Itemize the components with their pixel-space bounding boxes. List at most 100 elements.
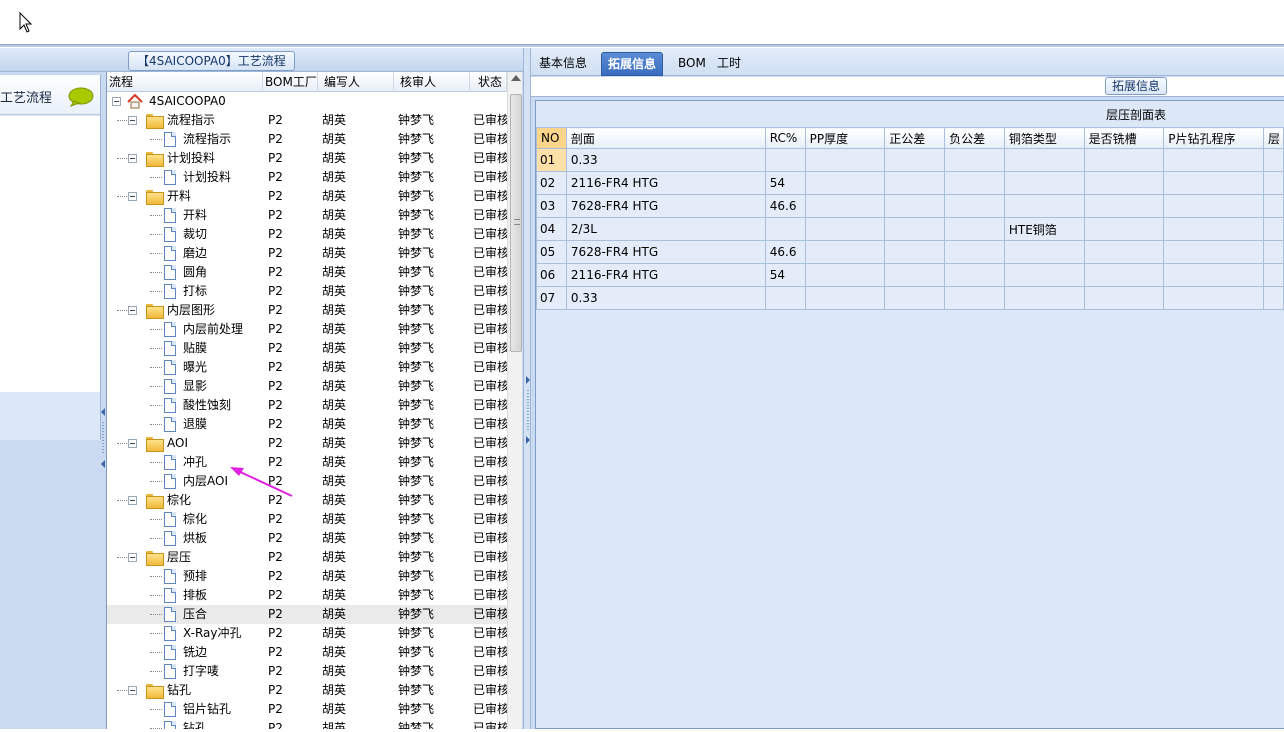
tree-node[interactable]: 钻孔	[107, 719, 263, 729]
plus-tolerance-cell[interactable]	[884, 286, 946, 310]
copper-type-cell[interactable]	[1003, 263, 1085, 287]
tree-node[interactable]: 开料	[107, 206, 263, 225]
tree-row[interactable]: 磨边 P2 胡英 钟梦飞 已审核	[107, 244, 507, 263]
pp-thickness-cell[interactable]	[804, 263, 886, 287]
no-cell[interactable]: 02	[536, 171, 567, 195]
pp-thickness-cell[interactable]	[804, 217, 886, 241]
plus-tolerance-cell[interactable]	[884, 194, 946, 218]
copper-type-cell[interactable]	[1003, 148, 1085, 172]
col-header-bom-factory[interactable]: BOM工厂	[263, 72, 318, 92]
tree-row[interactable]: 内层前处理 P2 胡英 钟梦飞 已审核	[107, 320, 507, 339]
tree-node[interactable]: 铝片钻孔	[107, 700, 263, 719]
stack-table-row[interactable]: 07 0.33	[536, 286, 1284, 310]
chat-bubble-icon[interactable]	[68, 87, 94, 107]
stack-table-row[interactable]: 06 2116-FR4 HTG 54	[536, 263, 1284, 287]
tree-node[interactable]: X-Ray冲孔	[107, 624, 263, 643]
col-header-profile[interactable]: 剖面	[565, 127, 766, 149]
no-cell[interactable]: 05	[536, 240, 567, 264]
tree-row[interactable]: 内层图形 P2 胡英 钟梦飞 已审核	[107, 301, 507, 320]
profile-cell[interactable]: 0.33	[565, 286, 766, 310]
pp-thickness-cell[interactable]	[804, 286, 886, 310]
tab-work-hours[interactable]: 工时	[711, 52, 747, 76]
process-flow-title[interactable]: 【4SAICOOPA0】工艺流程	[128, 51, 295, 71]
milled-slot-cell[interactable]	[1083, 148, 1165, 172]
no-cell[interactable]: 03	[536, 194, 567, 218]
tree-node[interactable]: 贴膜	[107, 339, 263, 358]
no-cell[interactable]: 01	[536, 148, 567, 172]
col-header-rc[interactable]: RC%	[764, 127, 806, 149]
tree-row[interactable]: 退膜 P2 胡英 钟梦飞 已审核	[107, 415, 507, 434]
tree-row[interactable]: 铣边 P2 胡英 钟梦飞 已审核	[107, 643, 507, 662]
tree-node[interactable]: 裁切	[107, 225, 263, 244]
tree-row[interactable]: 流程指示 P2 胡英 钟梦飞 已审核	[107, 130, 507, 149]
col-header-pp-thickness[interactable]: PP厚度	[804, 127, 886, 149]
tree-node[interactable]: 曝光	[107, 358, 263, 377]
rc-cell[interactable]: 46.6	[764, 240, 806, 264]
rc-cell[interactable]: 54	[764, 171, 806, 195]
copper-type-cell[interactable]	[1003, 194, 1085, 218]
scroll-thumb[interactable]	[510, 94, 522, 352]
tree-node[interactable]: 磨边	[107, 244, 263, 263]
col-header-copper-type[interactable]: 铜箔类型	[1003, 127, 1085, 149]
col-header-status[interactable]: 状态	[470, 72, 507, 92]
scroll-up-arrow-icon[interactable]	[511, 75, 521, 81]
p-drill-program-cell[interactable]	[1163, 263, 1264, 287]
plus-tolerance-cell[interactable]	[884, 240, 946, 264]
p-drill-program-cell[interactable]	[1163, 217, 1264, 241]
tree-row[interactable]: 打字唛 P2 胡英 钟梦飞 已审核	[107, 662, 507, 681]
layer-cell[interactable]	[1262, 240, 1284, 264]
tree-node[interactable]: 棕化	[107, 510, 263, 529]
tree-row[interactable]: 计划投料 P2 胡英 钟梦飞 已审核	[107, 168, 507, 187]
copper-type-cell[interactable]	[1003, 240, 1085, 264]
profile-cell[interactable]: 7628-FR4 HTG	[565, 194, 766, 218]
tree-row[interactable]: 预排 P2 胡英 钟梦飞 已审核	[107, 567, 507, 586]
tree-row[interactable]: 层压 P2 胡英 钟梦飞 已审核	[107, 548, 507, 567]
top-splitter[interactable]	[0, 44, 1284, 47]
profile-cell[interactable]: 2116-FR4 HTG	[565, 171, 766, 195]
collapse-toggle-icon[interactable]	[128, 154, 137, 163]
p-drill-program-cell[interactable]	[1163, 286, 1264, 310]
profile-cell[interactable]: 2/3L	[565, 217, 766, 241]
tree-row[interactable]: 显影 P2 胡英 钟梦飞 已审核	[107, 377, 507, 396]
collapse-toggle-icon[interactable]	[128, 306, 137, 315]
layer-cell[interactable]	[1262, 286, 1284, 310]
tab-extended-info[interactable]: 拓展信息	[601, 52, 664, 76]
tree-node[interactable]: 4SAICOOPA0	[107, 92, 263, 111]
layer-cell[interactable]	[1262, 148, 1284, 172]
tree-node[interactable]: 圆角	[107, 263, 263, 282]
tree-row[interactable]: 打标 P2 胡英 钟梦飞 已审核	[107, 282, 507, 301]
stack-table-row[interactable]: 03 7628-FR4 HTG 46.6	[536, 194, 1284, 218]
stack-table-row[interactable]: 01 0.33	[536, 148, 1284, 172]
col-header-layer[interactable]: 层	[1262, 127, 1284, 149]
pp-thickness-cell[interactable]	[804, 171, 886, 195]
milled-slot-cell[interactable]	[1083, 194, 1165, 218]
col-header-reviewer[interactable]: 核审人	[394, 72, 470, 92]
tree-node[interactable]: 烘板	[107, 529, 263, 548]
tree-node[interactable]: 退膜	[107, 415, 263, 434]
col-header-milled-slot[interactable]: 是否铣槽	[1083, 127, 1165, 149]
pp-thickness-cell[interactable]	[804, 194, 886, 218]
milled-slot-cell[interactable]	[1083, 286, 1165, 310]
tree-row[interactable]: 4SAICOOPA0	[107, 92, 507, 111]
rc-cell[interactable]: 46.6	[764, 194, 806, 218]
tree-row[interactable]: 钻孔 P2 胡英 钟梦飞 已审核	[107, 681, 507, 700]
layer-cell[interactable]	[1262, 171, 1284, 195]
tree-node[interactable]: 显影	[107, 377, 263, 396]
col-header-no[interactable]: NO	[536, 127, 567, 149]
tree-node[interactable]: 酸性蚀刻	[107, 396, 263, 415]
plus-tolerance-cell[interactable]	[884, 171, 946, 195]
tab-basic-info[interactable]: 基本信息	[533, 52, 593, 76]
tree-node[interactable]: 压合	[107, 605, 263, 624]
tree-row[interactable]: 计划投料 P2 胡英 钟梦飞 已审核	[107, 149, 507, 168]
tree-row[interactable]: AOI P2 胡英 钟梦飞 已审核	[107, 434, 507, 453]
tree-row[interactable]: 冲孔 P2 胡英 钟梦飞 已审核	[107, 453, 507, 472]
minus-tolerance-cell[interactable]	[944, 263, 1005, 287]
stack-table-row[interactable]: 04 2/3L HTE铜箔	[536, 217, 1284, 241]
collapse-toggle-icon[interactable]	[128, 116, 137, 125]
layer-cell[interactable]	[1262, 217, 1284, 241]
minus-tolerance-cell[interactable]	[944, 148, 1005, 172]
tree-node[interactable]: 流程指示	[107, 111, 263, 130]
plus-tolerance-cell[interactable]	[884, 148, 946, 172]
rc-cell[interactable]	[764, 286, 806, 310]
tree-row[interactable]: 酸性蚀刻 P2 胡英 钟梦飞 已审核	[107, 396, 507, 415]
